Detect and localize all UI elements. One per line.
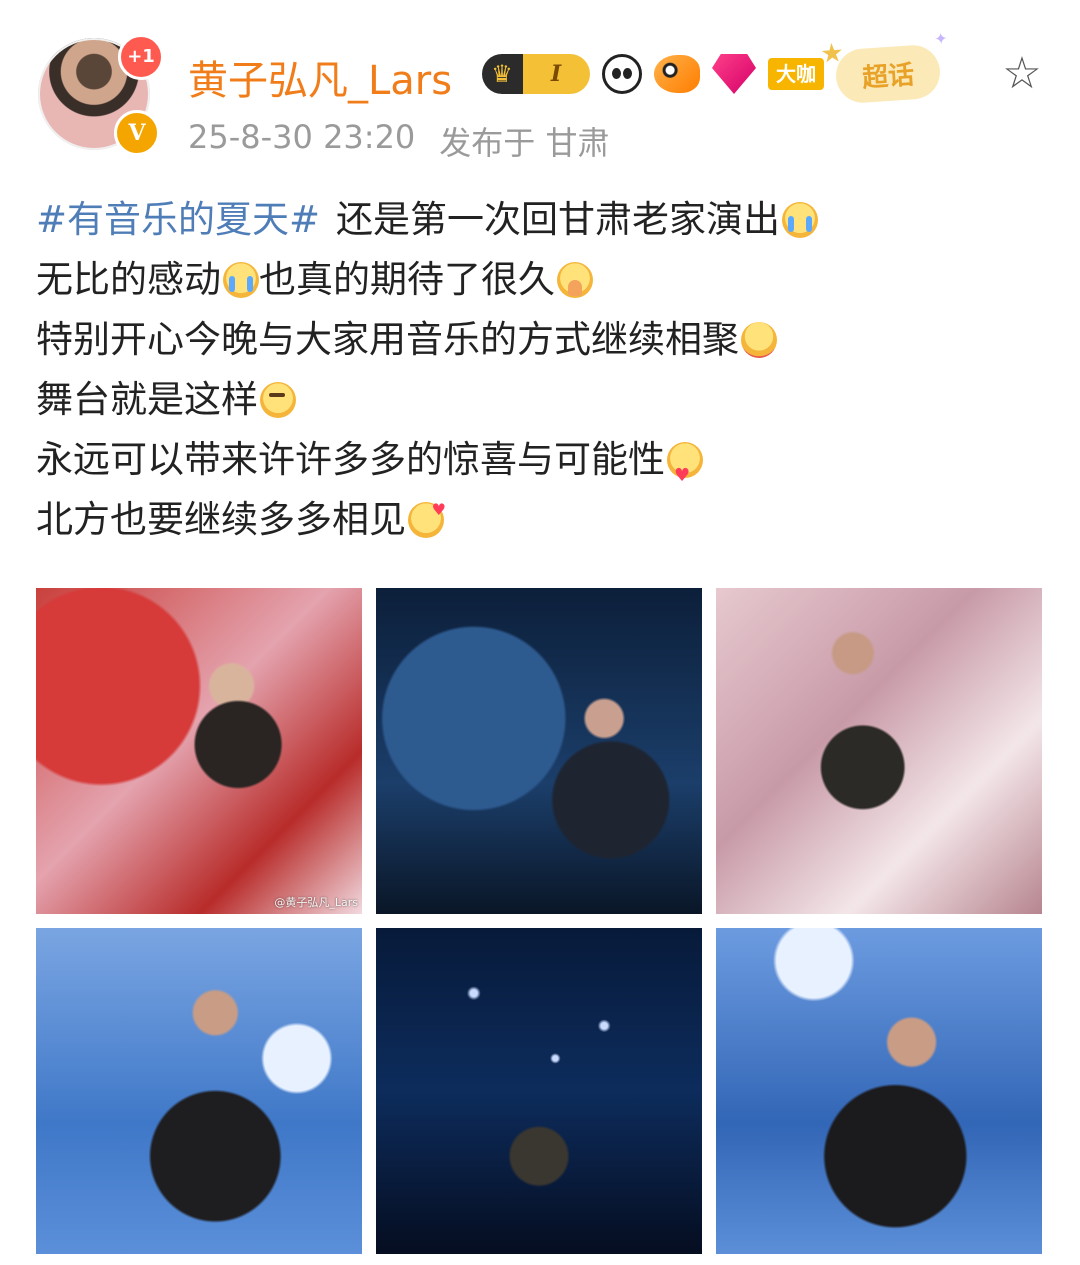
panda-icon[interactable] bbox=[602, 54, 642, 94]
crown-level-badge[interactable]: ♛ I bbox=[482, 54, 590, 94]
photo-4[interactable] bbox=[36, 928, 362, 1254]
username[interactable]: 黄子弘凡_Lars bbox=[188, 48, 452, 106]
wink-emoji-icon bbox=[260, 382, 296, 418]
content-line: #有音乐的夏天# 还是第一次回甘肃老家演出 bbox=[36, 190, 1046, 250]
star-icon[interactable]: ☆ bbox=[998, 50, 1046, 98]
post-content: #有音乐的夏天# 还是第一次回甘肃老家演出 无比的感动 也真的期待了很久 特别开… bbox=[36, 190, 1046, 550]
post-text: 舞台就是这样 bbox=[36, 378, 258, 421]
photo-1[interactable]: @黄子弘凡_Lars bbox=[36, 588, 362, 914]
cry-emoji-icon bbox=[223, 262, 259, 298]
daka-badge[interactable]: 大咖 bbox=[768, 58, 824, 90]
avatar-container[interactable]: +1 V bbox=[38, 34, 164, 156]
post-text: 北方也要继续多多相见 bbox=[36, 498, 406, 541]
follow-plus-badge[interactable]: +1 bbox=[118, 34, 164, 80]
crown-icon: ♛ bbox=[491, 60, 513, 88]
post-text: 还是第一次回甘肃老家演出 bbox=[336, 198, 781, 241]
content-line: 北方也要继续多多相见 bbox=[36, 480, 1046, 550]
content-line: 特别开心今晚与大家用音乐的方式继续相聚 bbox=[36, 310, 1046, 370]
post-text: 永远可以带来许许多多的惊喜与可能性 bbox=[36, 438, 665, 481]
hug-emoji-icon bbox=[741, 322, 777, 358]
gem-icon[interactable] bbox=[712, 54, 756, 94]
timestamp: 25-8-30 23:20 bbox=[188, 118, 416, 156]
user-badges: ♛ I 大咖 超话 bbox=[482, 43, 942, 105]
level-text: I bbox=[550, 61, 562, 87]
fish-icon[interactable] bbox=[654, 55, 700, 93]
location: 发布于 甘肃 bbox=[439, 124, 610, 162]
post-text: 无比的感动 bbox=[36, 258, 221, 301]
post-text: 也真的期待了很久 bbox=[259, 258, 555, 301]
love-emoji-icon bbox=[667, 442, 703, 506]
pray-emoji-icon bbox=[557, 262, 593, 298]
photo-2[interactable] bbox=[376, 588, 702, 914]
chaohua-badge[interactable]: 超话 bbox=[834, 43, 942, 105]
content-line: 无比的感动 也真的期待了很久 bbox=[36, 250, 1046, 310]
photo-5[interactable] bbox=[376, 928, 702, 1254]
post-text: 特别开心今晚与大家用音乐的方式继续相聚 bbox=[36, 318, 739, 361]
content-line: 舞台就是这样 bbox=[36, 370, 1046, 430]
heart-emoji-icon bbox=[408, 480, 446, 540]
post-meta: 25-8-30 23:20 发布于 甘肃 bbox=[188, 118, 609, 164]
cry-emoji-icon bbox=[782, 202, 819, 238]
watermark: @黄子弘凡_Lars bbox=[274, 896, 358, 909]
content-line: 永远可以带来许许多多的惊喜与可能性 bbox=[36, 430, 1046, 506]
photo-3[interactable] bbox=[716, 588, 1042, 914]
hashtag-link[interactable]: #有音乐的夏天# bbox=[36, 190, 320, 250]
photo-6[interactable] bbox=[716, 928, 1042, 1254]
verified-badge: V bbox=[114, 110, 160, 156]
